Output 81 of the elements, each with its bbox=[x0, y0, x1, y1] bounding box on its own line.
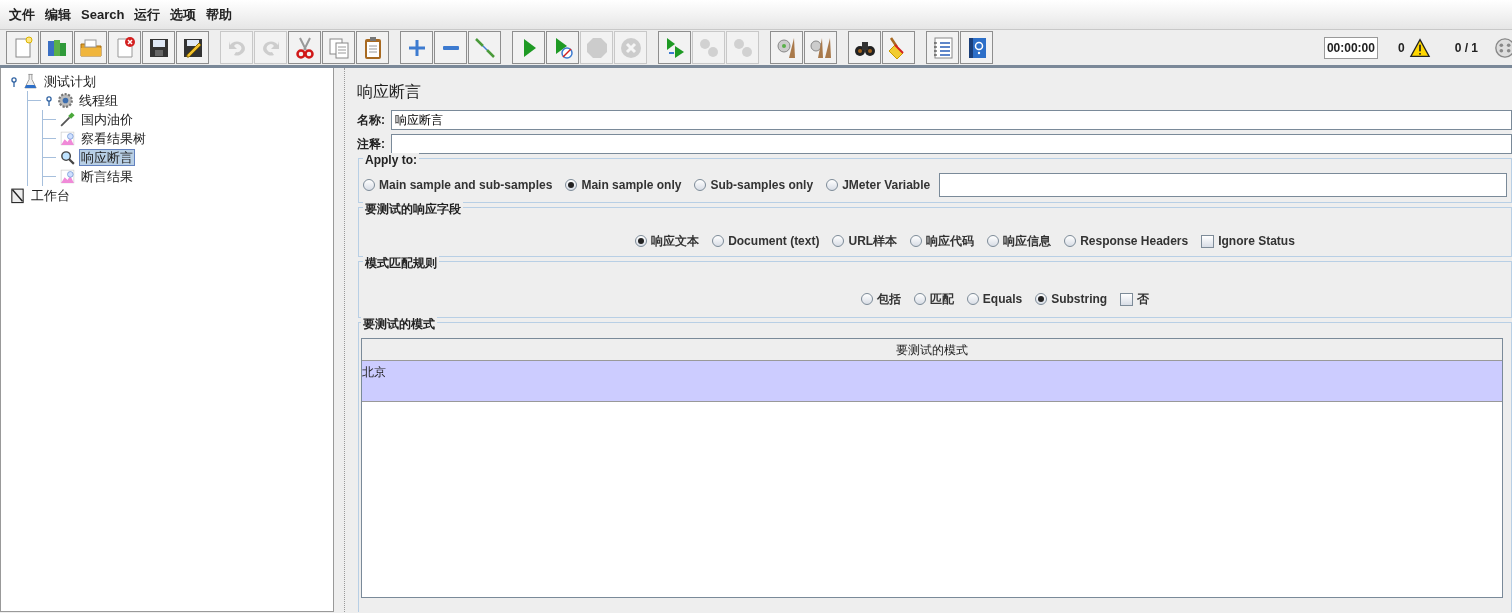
gear-icon bbox=[57, 92, 74, 109]
tree-node[interactable]: 国内油价 bbox=[79, 111, 135, 128]
save-button[interactable] bbox=[142, 31, 175, 64]
close-button[interactable] bbox=[108, 31, 141, 64]
radio-option[interactable]: Response Headers bbox=[1064, 232, 1189, 250]
group-title: 要测试的模式 bbox=[361, 317, 437, 331]
radio-option[interactable]: Main sample and sub-samples bbox=[363, 176, 553, 194]
start-no-pauses-button[interactable] bbox=[546, 31, 579, 64]
templates-button[interactable] bbox=[40, 31, 73, 64]
table-cell[interactable]: 北京 bbox=[362, 361, 1502, 402]
radio-option[interactable]: JMeter Variable bbox=[826, 176, 931, 194]
collapse-button[interactable] bbox=[434, 31, 467, 64]
search-button[interactable] bbox=[848, 31, 881, 64]
tree-node[interactable]: 线程组 bbox=[77, 92, 120, 109]
reset-search-button[interactable] bbox=[882, 31, 915, 64]
cut-button[interactable] bbox=[288, 31, 321, 64]
group-title: 模式匹配规则 bbox=[363, 256, 439, 270]
menu-item[interactable]: 编辑 bbox=[40, 0, 76, 30]
radio-option[interactable]: URL样本 bbox=[832, 232, 898, 250]
thread-count: 0 / 1 bbox=[1454, 39, 1478, 57]
expand-handle-icon[interactable] bbox=[44, 94, 54, 107]
tree-node[interactable]: 响应断言 bbox=[79, 149, 135, 166]
checkbox-option[interactable]: 否 bbox=[1120, 290, 1150, 308]
panel-title: 响应断言 bbox=[357, 82, 422, 102]
field-label: 名称: bbox=[357, 112, 385, 129]
stop-sign-icon bbox=[584, 35, 609, 60]
clear-button[interactable] bbox=[770, 31, 803, 64]
start-button[interactable] bbox=[512, 31, 545, 64]
notepad-icon bbox=[9, 187, 26, 204]
help-button[interactable] bbox=[960, 31, 993, 64]
radio-option[interactable]: Equals bbox=[966, 290, 1023, 308]
save-as-button[interactable] bbox=[176, 31, 209, 64]
name-field[interactable]: 响应断言 bbox=[391, 110, 1512, 130]
expand-handle-icon[interactable] bbox=[9, 75, 19, 88]
warning-icon bbox=[1408, 37, 1431, 58]
function-helper-button[interactable] bbox=[926, 31, 959, 64]
radio-option[interactable]: 响应信息 bbox=[987, 232, 1052, 250]
field-label: 注释: bbox=[357, 136, 385, 153]
menu-item[interactable]: Search bbox=[76, 0, 130, 30]
group-title: Apply to: bbox=[363, 153, 419, 167]
variable-field[interactable] bbox=[939, 173, 1507, 197]
clear-all-button[interactable] bbox=[804, 31, 837, 64]
remote-start-button[interactable] bbox=[658, 31, 691, 64]
flask-icon bbox=[22, 73, 39, 90]
radio-option[interactable]: Sub-samples only bbox=[694, 176, 814, 194]
open-button[interactable] bbox=[74, 31, 107, 64]
radio-option[interactable]: 响应文本 bbox=[635, 232, 700, 250]
menu-item[interactable]: 文件 bbox=[4, 0, 40, 30]
elapsed-time: 00:00:00 bbox=[1323, 36, 1378, 59]
menu-item[interactable]: 运行 bbox=[129, 0, 166, 30]
paste-button[interactable] bbox=[356, 31, 389, 64]
column-header: 要测试的模式 bbox=[362, 339, 1502, 361]
group-title: 要测试的响应字段 bbox=[363, 202, 463, 216]
copy-button[interactable] bbox=[322, 31, 355, 64]
tree-node[interactable]: 测试计划 bbox=[42, 73, 98, 90]
new-button[interactable] bbox=[6, 31, 39, 64]
radio-option[interactable]: Substring bbox=[1035, 290, 1108, 308]
magnifier-icon bbox=[59, 149, 76, 166]
pages-icon bbox=[326, 35, 351, 60]
radio-option[interactable]: Document (text) bbox=[712, 232, 820, 250]
radio-option[interactable]: 响应代码 bbox=[910, 232, 975, 250]
graph-icon bbox=[59, 168, 76, 185]
expand-button[interactable] bbox=[400, 31, 433, 64]
graph-icon bbox=[59, 130, 76, 147]
tree-node[interactable]: 断言结果 bbox=[79, 168, 135, 185]
menu-item[interactable]: 选项 bbox=[165, 0, 202, 30]
checkbox-option[interactable]: Ignore Status bbox=[1201, 232, 1295, 250]
error-count: 0 bbox=[1397, 39, 1405, 57]
cancel-icon bbox=[618, 35, 643, 60]
radio-option[interactable]: Main sample only bbox=[565, 176, 682, 194]
minus-icon bbox=[442, 45, 459, 50]
remote-status-icon bbox=[1494, 36, 1512, 59]
toggle-button[interactable] bbox=[468, 31, 501, 64]
radio-option[interactable]: 匹配 bbox=[913, 290, 954, 308]
pipette-icon bbox=[59, 111, 76, 128]
tree-node[interactable]: 察看结果树 bbox=[79, 130, 148, 147]
pipettes-icon bbox=[472, 35, 497, 60]
tree-node[interactable]: 工作台 bbox=[29, 187, 72, 204]
menu-item[interactable]: 帮助 bbox=[201, 0, 238, 30]
comment-field[interactable] bbox=[391, 134, 1512, 154]
radio-option[interactable]: 包括 bbox=[860, 290, 901, 308]
